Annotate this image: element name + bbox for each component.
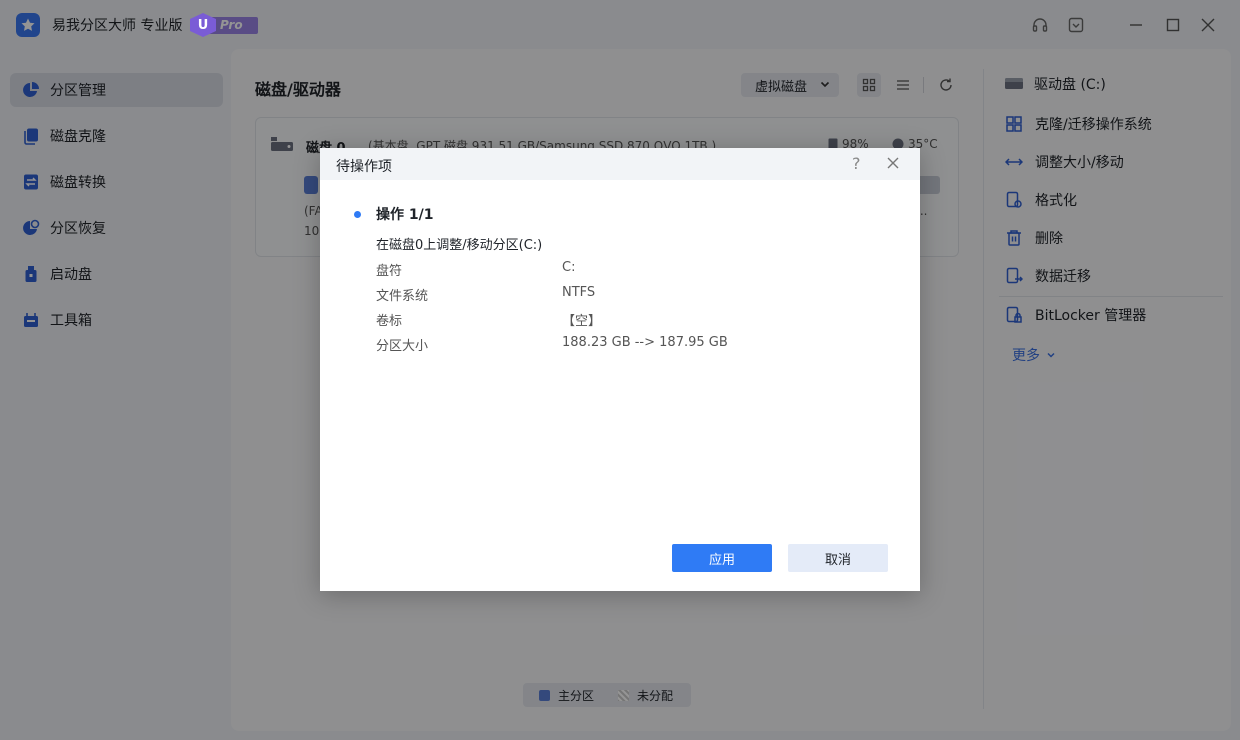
operation-description: 在磁盘0上调整/移动分区(C:)	[376, 238, 543, 253]
detail-value-partition-size: 188.23 GB --> 187.95 GB	[562, 335, 728, 350]
detail-value-volume-label: 【空】	[562, 314, 602, 329]
cancel-button[interactable]: 取消	[788, 544, 888, 572]
operation-title: 操作 1/1	[376, 207, 434, 223]
detail-label-volume-label: 卷标	[376, 314, 403, 329]
detail-value-drive-letter: C:	[562, 260, 576, 275]
pending-operations-dialog: 待操作项 ? 操作 1/1 在磁盘0上调整/移动分区(C:) 盘符 C: 文件系…	[320, 148, 920, 591]
detail-value-file-system: NTFS	[562, 285, 596, 300]
dialog-header: 待操作项 ?	[320, 148, 920, 180]
detail-label-partition-size: 分区大小	[376, 339, 429, 354]
dialog-title: 待操作项	[336, 159, 392, 175]
close-icon[interactable]	[886, 156, 902, 172]
apply-button[interactable]: 应用	[672, 544, 772, 572]
bullet-icon	[354, 211, 361, 218]
help-icon[interactable]: ?	[852, 154, 861, 173]
detail-label-file-system: 文件系统	[376, 289, 429, 304]
detail-label-drive-letter: 盘符	[376, 264, 403, 279]
